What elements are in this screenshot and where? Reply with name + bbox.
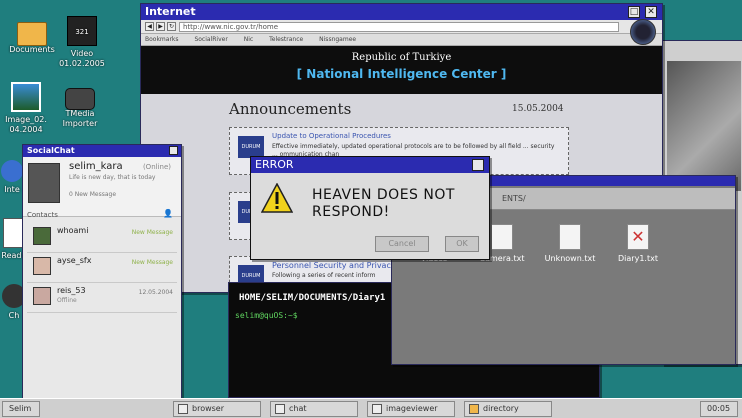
desktop-icon-image[interactable]: Image_02. 04.2004	[0, 82, 56, 135]
announcement-heading[interactable]: Personnel Security and Privac	[272, 261, 391, 270]
folder-icon	[469, 404, 479, 414]
url-input[interactable]: http://www.nic.gov.tr/home	[179, 22, 619, 32]
close-button[interactable]	[472, 159, 484, 171]
avatar	[28, 163, 60, 203]
chat-window: SocialChat selim_kara (Online) Life is n…	[22, 144, 182, 418]
video-badge: 321	[75, 28, 89, 36]
back-icon[interactable]: ◀	[145, 22, 154, 31]
task-label: chat	[289, 404, 307, 413]
start-button[interactable]: Selim	[2, 401, 40, 417]
site-line2: [ National Intelligence Center ]	[296, 67, 507, 81]
contact-row[interactable]: reis_53 Offline 12.05.2004	[27, 283, 177, 313]
globe-icon	[1, 160, 23, 182]
browser-toolbar: ◀ ▶ ↻ http://www.nic.gov.tr/home	[141, 19, 662, 45]
chat-profile: selim_kara (Online) Life is new day, tha…	[23, 157, 181, 217]
error-dialog: ERROR HEAVEN DOES NOT RESPOND! Cancel OK	[250, 156, 490, 260]
cancel-button[interactable]: Cancel	[375, 236, 429, 252]
image-preview	[667, 61, 741, 191]
terminal-prompt[interactable]: selim@quOS:~$	[235, 311, 298, 320]
file-label: Diary1.txt	[618, 254, 658, 263]
chat-title: SocialChat	[27, 146, 75, 155]
profile-status: (Online)	[142, 163, 171, 171]
desktop-icon-label: Image_02. 04.2004	[5, 115, 47, 134]
corrupt-file-icon: ✕	[627, 224, 649, 250]
task-label: browser	[192, 404, 225, 413]
browser-titlebar[interactable]: Internet □ ✕	[141, 4, 662, 20]
task-browser[interactable]: browser	[173, 401, 261, 417]
text-file-icon	[559, 224, 581, 250]
close-button[interactable]: ✕	[645, 6, 657, 18]
contact-row[interactable]: ayse_sfx New Message	[27, 253, 177, 283]
clapperboard-icon: 321	[67, 16, 97, 46]
task-imageviewer[interactable]: imageviewer	[367, 401, 455, 417]
contact-name: whoami	[57, 226, 89, 235]
file-unknown[interactable]: Unknown.txt	[540, 224, 600, 263]
clock: 00:05	[700, 401, 738, 417]
text-file-icon	[491, 224, 513, 250]
ok-button[interactable]: OK	[445, 236, 479, 252]
announcements-title: Announcements	[229, 100, 352, 118]
contact-new-message: New Message	[131, 259, 173, 266]
directory-path: ENTS/	[502, 194, 526, 203]
bookmark-link[interactable]: SocialRiver	[194, 36, 227, 43]
contact-name: ayse_sfx	[57, 256, 92, 265]
warning-icon	[261, 183, 293, 213]
avatar	[33, 257, 51, 275]
error-titlebar[interactable]: ERROR	[251, 157, 489, 173]
contacts-label: Contacts	[27, 211, 58, 219]
folder-icon	[17, 22, 47, 46]
bookmarks-bar: Bookmarks SocialRiver Nic Telestrance Ni…	[141, 34, 662, 46]
refresh-icon[interactable]: ↻	[167, 22, 176, 31]
bookmarks-label: Bookmarks	[145, 36, 179, 43]
agency-logo-icon: DURUM	[238, 136, 264, 158]
avatar	[33, 227, 51, 245]
camera-icon	[65, 88, 95, 110]
error-title: ERROR	[255, 158, 294, 171]
browser-icon	[178, 404, 188, 414]
globe-logo-icon	[630, 19, 656, 45]
task-label: directory	[483, 404, 519, 413]
announcements-date: 15.05.2004	[512, 104, 564, 114]
task-chat[interactable]: chat	[270, 401, 358, 417]
desktop-icon-video[interactable]: 321 Video 01.02.2005	[52, 16, 112, 69]
contact-date: 12.05.2004	[138, 289, 173, 296]
error-message-line1: HEAVEN DOES NOT	[312, 187, 455, 203]
image-icon	[372, 404, 382, 414]
forward-icon[interactable]: ▶	[156, 22, 165, 31]
error-message-line2: RESPOND!	[312, 204, 390, 220]
site-line1: Republic of Turkiye	[351, 52, 452, 63]
profile-motto: Life is new day, that is today	[69, 174, 156, 181]
browser-title: Internet	[145, 5, 196, 18]
add-contact-icon[interactable]: 👤	[163, 209, 173, 218]
bookmark-link[interactable]: Nissngamee	[319, 36, 356, 43]
avatar	[33, 287, 51, 305]
contact-name: reis_53	[57, 286, 86, 295]
announcement-heading[interactable]: Update to Operational Procedures	[272, 132, 391, 140]
desktop-icon-label: TMedia Importer	[62, 109, 98, 128]
maximize-button[interactable]: □	[628, 6, 640, 18]
image-icon	[11, 82, 41, 112]
site-header: Republic of Turkiye [ National Intellige…	[141, 46, 662, 94]
taskbar: Selim browser chat imageviewer directory…	[0, 398, 742, 418]
contact-row[interactable]: whoami New Message	[27, 223, 177, 253]
contact-status: Offline	[57, 297, 77, 304]
file-diary1[interactable]: ✕ Diary1.txt	[608, 224, 668, 263]
profile-name: selim_kara	[69, 161, 123, 172]
profile-messages[interactable]: 0 New Message	[69, 191, 116, 198]
close-button[interactable]	[169, 146, 178, 155]
bookmark-link[interactable]: Telestrance	[269, 36, 303, 43]
chat-icon	[275, 404, 285, 414]
task-directory[interactable]: directory	[464, 401, 552, 417]
bookmark-link[interactable]: Nic	[244, 36, 253, 43]
chat-titlebar[interactable]: SocialChat	[23, 145, 181, 157]
task-label: imageviewer	[386, 404, 438, 413]
contact-new-message: New Message	[131, 229, 173, 236]
desktop-icon-label: Video 01.02.2005	[59, 49, 105, 68]
terminal-path: HOME/SELIM/DOCUMENTS/Diary1	[239, 293, 386, 303]
desktop-icon-tmedia[interactable]: TMedia Importer	[50, 84, 110, 129]
file-label: Unknown.txt	[544, 254, 596, 263]
